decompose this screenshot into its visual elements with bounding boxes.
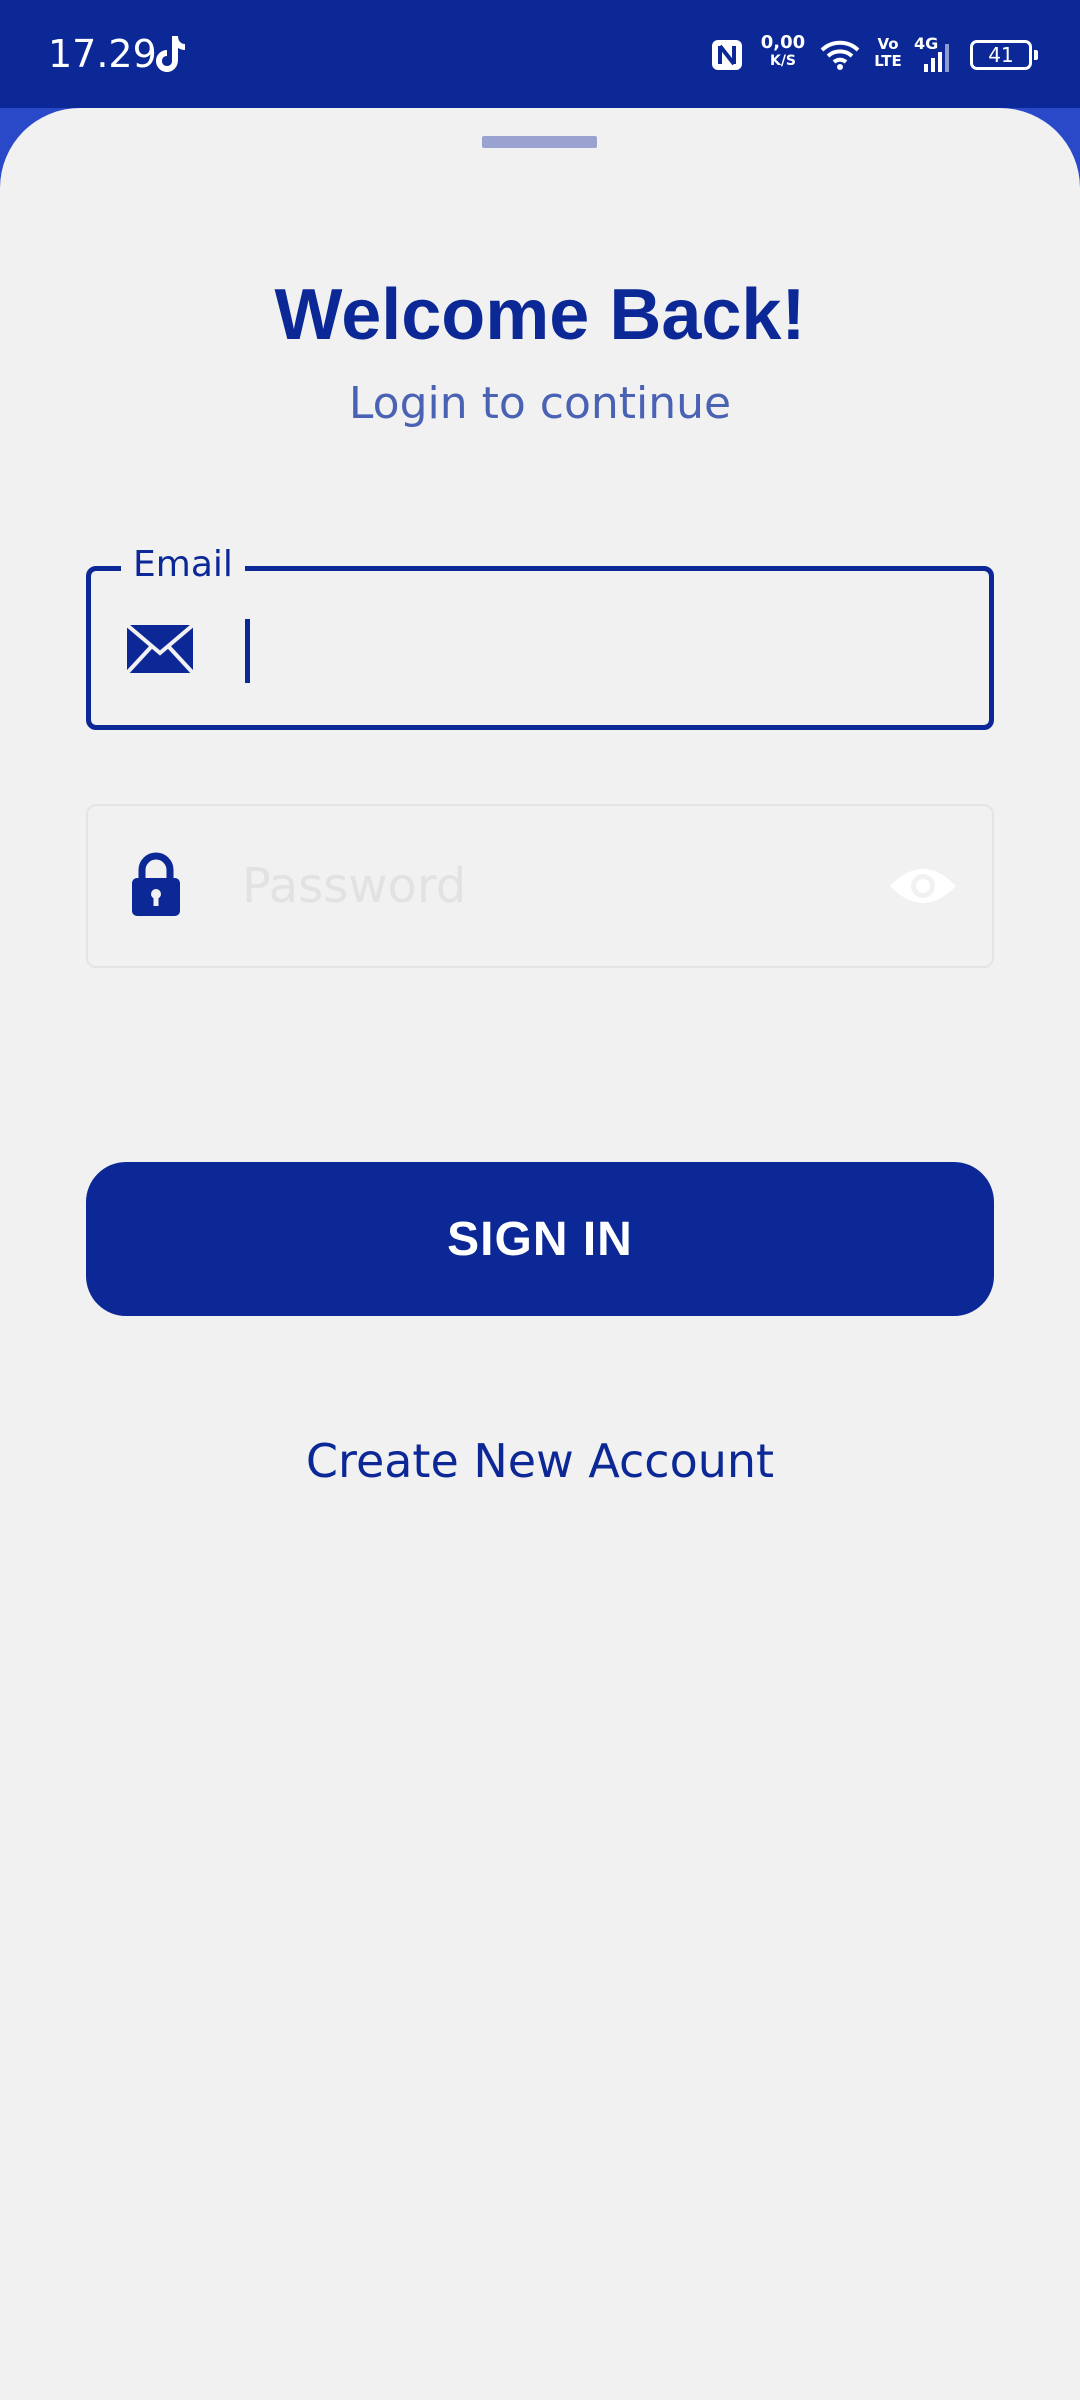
wifi-icon [820, 40, 860, 70]
battery-icon: 41 [970, 40, 1038, 70]
status-time: 17.29 [48, 32, 157, 76]
battery-level: 41 [988, 43, 1014, 67]
page-title: Welcome Back! [274, 275, 806, 355]
page-subtitle: Login to continue [348, 378, 732, 429]
email-field[interactable]: Email [86, 541, 994, 730]
network-speed-value: 0,00 [760, 32, 806, 53]
volte-indicator: Vo LTE [868, 36, 908, 70]
email-input[interactable] [261, 611, 961, 691]
password-field[interactable] [86, 804, 994, 968]
sign-in-button[interactable]: SIGN IN [86, 1162, 994, 1316]
drag-handle[interactable] [482, 136, 597, 148]
volte-top: Vo [877, 35, 899, 53]
status-bar: 17.29 0,00 K/S Vo LTE 4G 41 [0, 0, 1080, 108]
network-speed-unit: K/S [769, 53, 797, 69]
mail-icon [125, 623, 195, 675]
password-input[interactable] [242, 846, 842, 926]
eye-icon[interactable] [888, 860, 958, 912]
email-label: Email [121, 541, 245, 589]
tiktok-icon [156, 36, 185, 72]
network-speed: 0,00 K/S [758, 34, 808, 70]
text-cursor [245, 619, 250, 683]
login-sheet: Welcome Back! Login to continue Email SI… [0, 108, 1080, 2400]
signal-icon [924, 44, 949, 72]
volte-bottom: LTE [874, 52, 902, 70]
lock-icon [132, 852, 180, 916]
nfc-icon [712, 40, 742, 70]
create-account-link[interactable]: Create New Account [0, 1434, 1080, 1488]
